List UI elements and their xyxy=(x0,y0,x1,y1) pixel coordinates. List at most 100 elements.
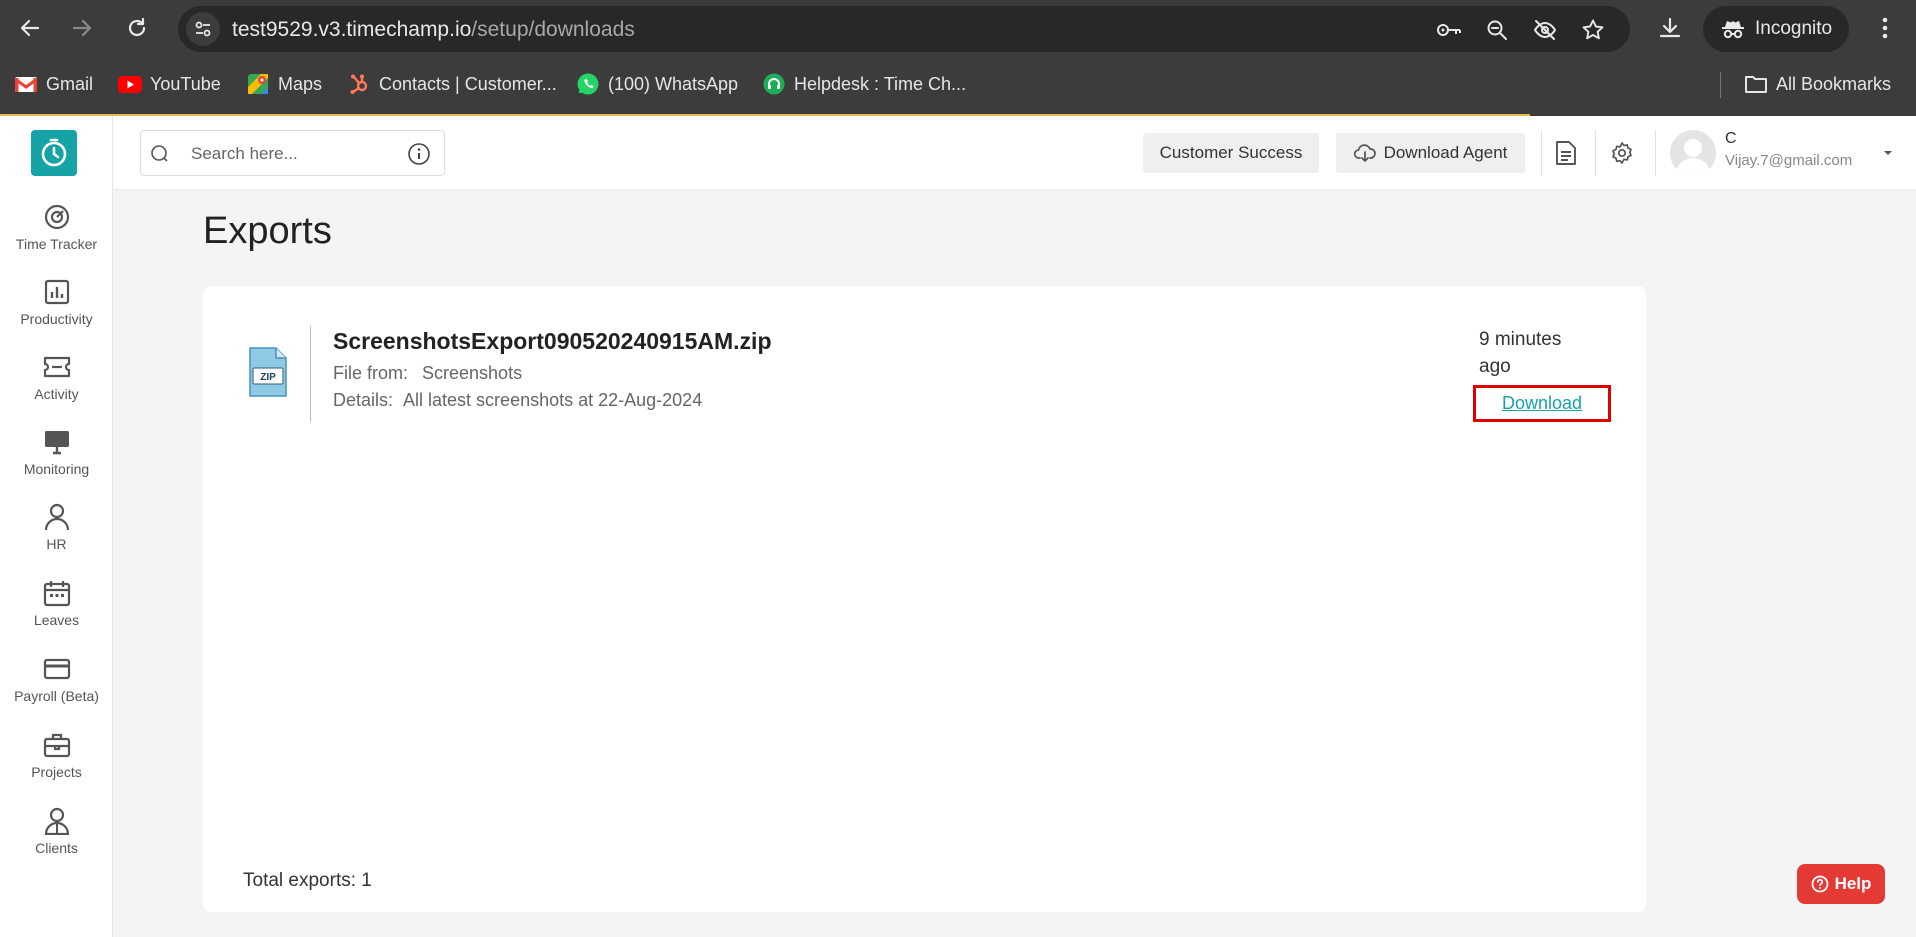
sidebar-item-time-tracker[interactable]: Time Tracker xyxy=(0,202,113,266)
client-icon xyxy=(42,806,72,836)
youtube-icon xyxy=(118,73,142,95)
user-email[interactable]: Vijay.7@gmail.com xyxy=(1725,152,1852,169)
download-icon xyxy=(1659,17,1681,38)
sidebar-item-label: Monitoring xyxy=(23,461,90,477)
sidebar-item-label: Payroll (Beta) xyxy=(14,688,99,704)
forward-button[interactable] xyxy=(64,10,100,46)
help-label: Help xyxy=(1834,874,1872,893)
password-key-button[interactable] xyxy=(1436,17,1462,43)
download-link[interactable]: Download xyxy=(1473,385,1611,422)
url-text[interactable]: test9529.v3.timechamp.io/setup/downloads xyxy=(232,18,635,42)
exports-card: ZIP ScreenshotsExport090520240915AM.zip … xyxy=(203,286,1646,912)
sidebar-item-label: Leaves xyxy=(33,612,80,628)
time-tracker-icon xyxy=(42,202,72,232)
export-file-name: ScreenshotsExport090520240915AM.zip xyxy=(333,328,772,354)
whatsapp-icon xyxy=(576,73,600,95)
reports-button[interactable] xyxy=(1552,139,1580,167)
app-header: Customer Success Download Agent C Vijay.… xyxy=(113,116,1916,190)
back-button[interactable] xyxy=(12,10,48,46)
bookmark-helpdesk[interactable]: Helpdesk : Time Ch... xyxy=(762,70,966,98)
bookmark-youtube[interactable]: YouTube xyxy=(118,70,221,98)
main-content: Exports ZIP ScreenshotsExport09052024091… xyxy=(113,190,1916,937)
tracking-protection-button[interactable] xyxy=(1532,17,1558,43)
sidebar-item-activity[interactable]: Activity xyxy=(0,352,113,416)
headset-icon xyxy=(762,73,786,95)
sidebar-item-label: Activity xyxy=(34,386,79,402)
folder-icon xyxy=(1744,73,1768,95)
header-divider xyxy=(1595,130,1596,176)
page-title: Exports xyxy=(203,210,332,252)
sidebar-item-clients[interactable]: Clients xyxy=(0,806,113,870)
browser-toolbar: test9529.v3.timechamp.io/setup/downloads… xyxy=(0,0,1916,56)
reload-button[interactable] xyxy=(119,10,155,46)
file-type-label: ZIP xyxy=(260,372,276,383)
bookmark-star-button[interactable] xyxy=(1580,17,1606,43)
timechamp-logo-icon xyxy=(41,138,67,167)
bookmark-label: Helpdesk : Time Ch... xyxy=(794,73,967,94)
bar-chart-icon xyxy=(42,277,72,307)
incognito-icon xyxy=(1722,21,1744,39)
all-bookmarks-button[interactable]: All Bookmarks xyxy=(1744,70,1891,98)
info-icon[interactable] xyxy=(407,142,431,166)
calendar-icon xyxy=(42,578,72,608)
site-info-button[interactable] xyxy=(186,12,220,46)
browser-chrome: test9529.v3.timechamp.io/setup/downloads… xyxy=(0,0,1916,116)
customer-success-button[interactable]: Customer Success xyxy=(1143,133,1319,173)
export-file-from: File from: Screenshots xyxy=(333,363,522,384)
star-icon xyxy=(1582,19,1604,40)
tune-icon xyxy=(195,21,211,37)
address-bar[interactable]: test9529.v3.timechamp.io/setup/downloads xyxy=(178,6,1630,52)
url-host: test9529.v3.timechamp.io xyxy=(232,18,472,41)
url-path: /setup/downloads xyxy=(471,18,635,41)
row-divider xyxy=(310,326,311,422)
bookmark-gmail[interactable]: Gmail xyxy=(14,70,93,98)
sidebar-item-productivity[interactable]: Productivity xyxy=(0,277,113,341)
incognito-badge[interactable]: Incognito xyxy=(1703,6,1849,52)
sidebar-item-hr[interactable]: HR xyxy=(0,502,113,566)
bookmarks-divider xyxy=(1720,72,1721,98)
bookmark-label: (100) WhatsApp xyxy=(608,73,739,94)
sidebar-item-label: HR xyxy=(46,536,67,552)
browser-menu-button[interactable] xyxy=(1870,10,1900,46)
browser-downloads-button[interactable] xyxy=(1652,10,1688,46)
download-agent-label: Download Agent xyxy=(1383,143,1508,162)
bookmarks-bar: Gmail YouTube Maps Contacts | Customer..… xyxy=(0,62,1916,106)
user-avatar-icon xyxy=(1675,139,1711,176)
search-box[interactable] xyxy=(140,130,445,176)
sidebar-item-label: Productivity xyxy=(20,311,93,327)
timechamp-logo[interactable] xyxy=(31,130,77,176)
sidebar-item-projects[interactable]: Projects xyxy=(0,730,113,794)
settings-button[interactable] xyxy=(1608,139,1636,167)
avatar[interactable] xyxy=(1670,130,1716,176)
chevron-down-icon[interactable] xyxy=(1881,146,1895,160)
document-icon xyxy=(1556,141,1576,165)
total-exports-count: Total exports: 1 xyxy=(243,870,372,891)
header-divider xyxy=(1655,130,1656,176)
help-button[interactable]: Help xyxy=(1797,864,1885,904)
zoom-button[interactable] xyxy=(1484,17,1510,43)
monitor-icon xyxy=(42,427,72,457)
export-list-item: ZIP ScreenshotsExport090520240915AM.zip … xyxy=(203,286,1646,446)
sidebar-item-payroll[interactable]: Payroll (Beta) xyxy=(0,654,113,718)
details-value: All latest screenshots at 22-Aug-2024 xyxy=(403,390,703,410)
bookmark-label: YouTube xyxy=(150,73,221,94)
more-vert-icon xyxy=(1882,17,1888,39)
export-time-ago: 9 minutes ago xyxy=(1479,329,1562,377)
ticket-icon xyxy=(42,352,72,382)
reload-icon xyxy=(128,17,146,37)
sidebar-item-leaves[interactable]: Leaves xyxy=(0,578,113,642)
bookmark-maps[interactable]: Maps xyxy=(246,70,322,98)
bookmark-whatsapp[interactable]: (100) WhatsApp xyxy=(576,70,738,98)
back-arrow-icon xyxy=(20,19,40,37)
download-agent-button[interactable]: Download Agent xyxy=(1336,133,1525,173)
briefcase-icon xyxy=(42,730,72,760)
hubspot-icon xyxy=(347,73,371,95)
sidebar-item-monitoring[interactable]: Monitoring xyxy=(0,427,113,491)
bookmark-label: Gmail xyxy=(46,73,94,94)
user-name[interactable]: C xyxy=(1725,130,1737,148)
bookmark-contacts[interactable]: Contacts | Customer... xyxy=(347,70,557,98)
search-input[interactable] xyxy=(191,141,391,167)
app-sidebar: Time Tracker Productivity Activity Monit… xyxy=(0,116,113,937)
card-icon xyxy=(42,654,72,684)
zoom-out-icon xyxy=(1487,20,1507,40)
